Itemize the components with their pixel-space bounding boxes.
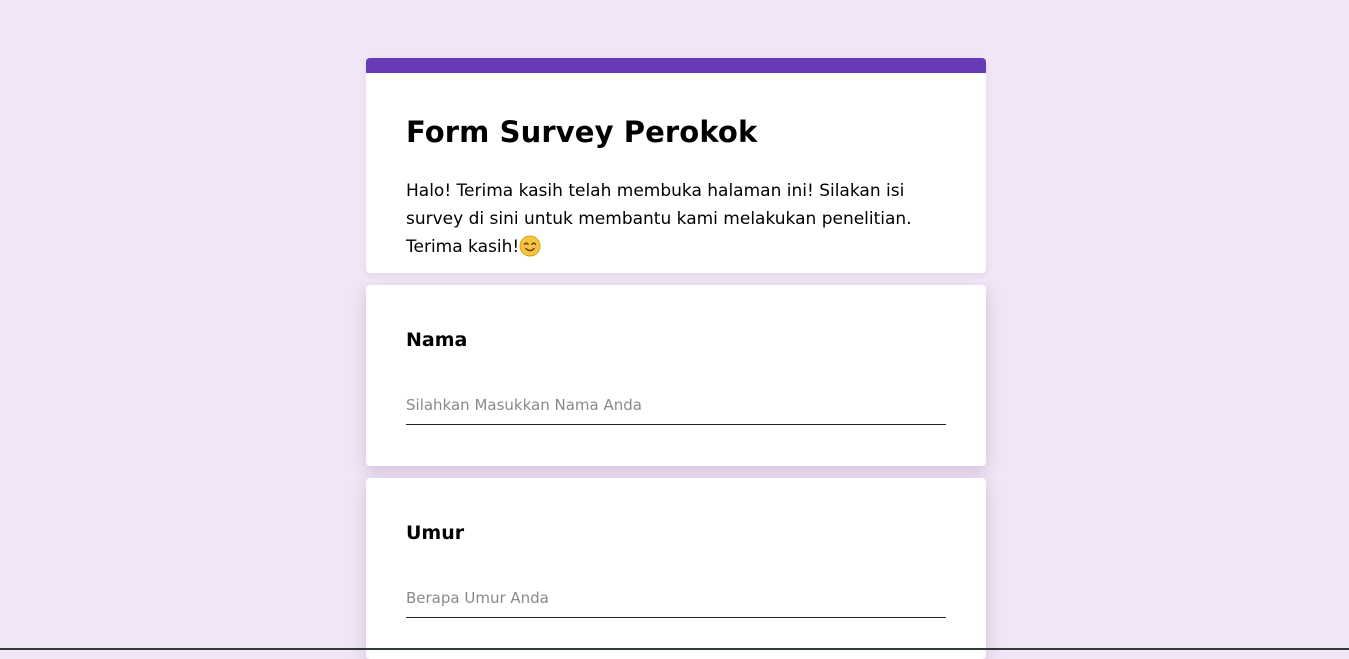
- question-label: Umur: [406, 522, 465, 544]
- form-description-text: Halo! Terima kasih telah membuka halaman…: [406, 181, 912, 257]
- age-input[interactable]: [406, 586, 946, 618]
- question-card-nama: Nama: [366, 285, 986, 466]
- form-description: Halo! Terima kasih telah membuka halaman…: [406, 177, 946, 261]
- form-header-card: Form Survey Perokok Halo! Terima kasih t…: [366, 58, 986, 273]
- form-title: Form Survey Perokok: [406, 115, 758, 149]
- survey-form: Form Survey Perokok Halo! Terima kasih t…: [366, 58, 986, 659]
- question-card-umur: Umur: [366, 478, 986, 659]
- smiling-face-icon: [519, 235, 541, 257]
- name-input[interactable]: [406, 393, 946, 425]
- question-label: Nama: [406, 329, 468, 351]
